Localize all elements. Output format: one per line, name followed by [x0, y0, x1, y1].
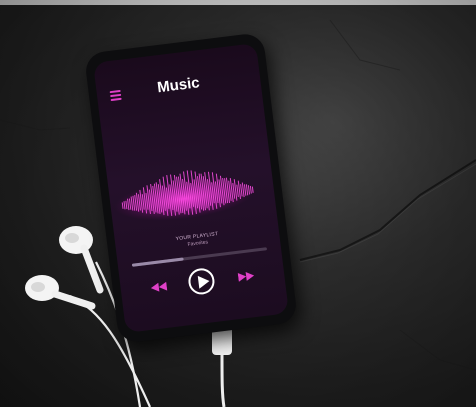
play-button[interactable] — [186, 266, 216, 296]
music-player-screen: Music YOUR PLAYLIST Favorites — [93, 43, 289, 333]
fast-forward-icon[interactable] — [237, 271, 255, 282]
photo-scene: Music YOUR PLAYLIST Favorites — [0, 0, 476, 407]
play-icon — [197, 275, 210, 289]
rewind-icon[interactable] — [150, 281, 168, 293]
earbud-right — [59, 226, 104, 294]
smartphone: Music YOUR PLAYLIST Favorites — [83, 32, 299, 344]
progress-fill — [131, 257, 184, 267]
app-title: Music — [156, 74, 201, 97]
earbud-left — [25, 275, 96, 310]
